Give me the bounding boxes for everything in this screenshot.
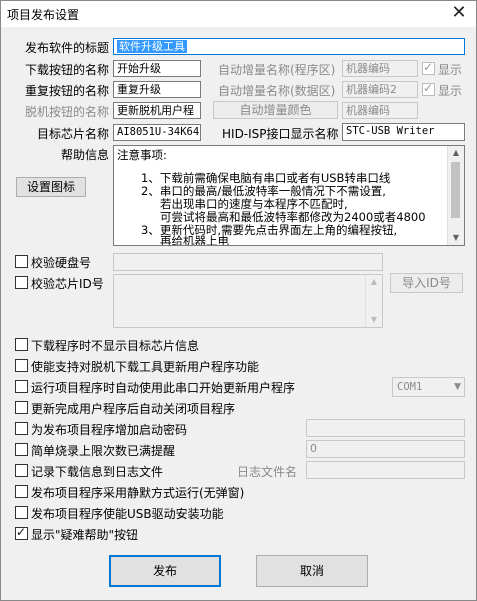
show-1-checkbox[interactable] [422, 60, 435, 75]
help-line: 再给机器上电 [160, 234, 229, 246]
download-input[interactable]: 开始升级 [113, 60, 201, 77]
option-checkbox[interactable] [15, 443, 28, 456]
log-file-label: 日志文件名 [237, 465, 298, 479]
chip-id-checkbox[interactable] [15, 276, 28, 289]
option-label: 运行项目程序时自动使用此串口开始更新用户程序 [31, 381, 296, 395]
option-checkbox[interactable] [15, 380, 28, 393]
option-label: 下载程序时不显示目标芯片信息 [31, 339, 200, 353]
chip-id-textarea[interactable]: ▲ ▼ [113, 274, 383, 328]
show-2-checkbox[interactable] [422, 81, 435, 96]
scroll-down-icon[interactable]: ▼ [366, 313, 382, 327]
auto-data-label: 自动增量名称(数据区) [218, 84, 336, 98]
show-1-label: 显示 [438, 63, 463, 77]
title-bar: 项目发布设置 ✕ [1, 1, 476, 27]
option-checkbox[interactable] [15, 338, 28, 351]
hid-label: HID-ISP接口显示名称 [222, 127, 339, 141]
chip-id-label: 校验芯片ID号 [31, 277, 104, 291]
redownload-input[interactable]: 重复升级 [113, 81, 201, 98]
import-id-button[interactable]: 导入ID号 [390, 273, 463, 293]
window-title: 项目发布设置 [7, 8, 80, 22]
option-label: 显示"疑难帮助"按钮 [31, 528, 139, 542]
disk-label: 校验硬盘号 [31, 256, 92, 270]
scroll-up-icon[interactable]: ▲ [366, 275, 382, 289]
cancel-button[interactable]: 取消 [256, 555, 368, 587]
option-label: 更新完成用户程序后自动关闭项目程序 [31, 402, 236, 416]
download-label: 下载按钮的名称 [24, 63, 109, 77]
publish-settings-dialog: 项目发布设置 ✕ 发布软件的标题 软件升级工具 下载按钮的名称 开始升级 自动增… [0, 0, 477, 601]
machine-code-3-input[interactable]: 机器编码 [342, 102, 418, 119]
option-label: 为发布项目程序增加启动密码 [31, 423, 188, 437]
help-line: 注意事项: [117, 148, 167, 162]
chevron-down-icon: ▼ [454, 382, 461, 392]
disk-input[interactable] [113, 253, 383, 271]
scroll-down-icon[interactable]: ▼ [448, 231, 464, 245]
set-icon-button[interactable]: 设置图标 [16, 177, 86, 197]
scroll-thumb[interactable] [451, 162, 460, 218]
title-label: 发布软件的标题 [24, 41, 109, 55]
help-button-checkbox[interactable] [15, 525, 28, 540]
log-file-input[interactable] [306, 461, 465, 479]
option-label: 发布项目程序采用静默方式运行(无弹窗) [31, 486, 245, 500]
com-port-value: COM1 [397, 381, 423, 393]
help-textarea[interactable]: 注意事项: 1、下载前需确保电脑有串口或者有USB转串口线 2、串口的最高/最低… [113, 145, 465, 246]
chip-label: 目标芯片名称 [36, 127, 109, 141]
password-input[interactable] [306, 419, 465, 437]
auto-color-button[interactable]: 自动增量颜色 [213, 101, 338, 119]
option-label: 使能支持对脱机下载工具更新用户程序功能 [31, 360, 260, 374]
hid-input[interactable]: STC-USB Writer [342, 123, 465, 141]
option-label: 发布项目程序使能USB驱动安装功能 [31, 507, 224, 521]
redownload-label: 重复按钮的名称 [24, 84, 109, 98]
chip-id-scrollbar[interactable]: ▲ ▼ [365, 275, 382, 327]
title-input-value: 软件升级工具 [117, 40, 187, 53]
option-checkbox[interactable] [15, 485, 28, 498]
option-checkbox[interactable] [15, 464, 28, 477]
help-scrollbar[interactable]: ▲ ▼ [447, 146, 464, 245]
option-checkbox[interactable] [15, 422, 28, 435]
offline-label: 脱机按钮的名称 [24, 105, 109, 119]
help-label: 帮助信息 [60, 148, 109, 162]
option-checkbox[interactable] [15, 359, 28, 372]
option-label: 简单烧录上限次数已满提醒 [31, 444, 176, 458]
machine-code-2-input[interactable]: 机器编码2 [342, 81, 418, 98]
option-checkbox[interactable] [15, 506, 28, 519]
option-label: 记录下载信息到日志文件 [31, 465, 164, 479]
scroll-up-icon[interactable]: ▲ [448, 146, 464, 160]
close-icon[interactable]: ✕ [450, 4, 468, 22]
machine-code-1-input[interactable]: 机器编码 [342, 60, 418, 77]
title-input[interactable]: 软件升级工具 [113, 38, 465, 55]
limit-count-input[interactable]: 0 [306, 440, 465, 458]
com-port-select[interactable]: COM1 ▼ [392, 377, 465, 397]
offline-input[interactable]: 更新脱机用户程 [113, 102, 201, 119]
show-2-label: 显示 [438, 84, 463, 98]
auto-prog-label: 自动增量名称(程序区) [218, 63, 336, 77]
disk-checkbox[interactable] [15, 255, 28, 268]
publish-button[interactable]: 发布 [109, 555, 221, 587]
option-checkbox[interactable] [15, 401, 28, 414]
chip-input[interactable]: AI8051U-34K64 [113, 124, 201, 141]
